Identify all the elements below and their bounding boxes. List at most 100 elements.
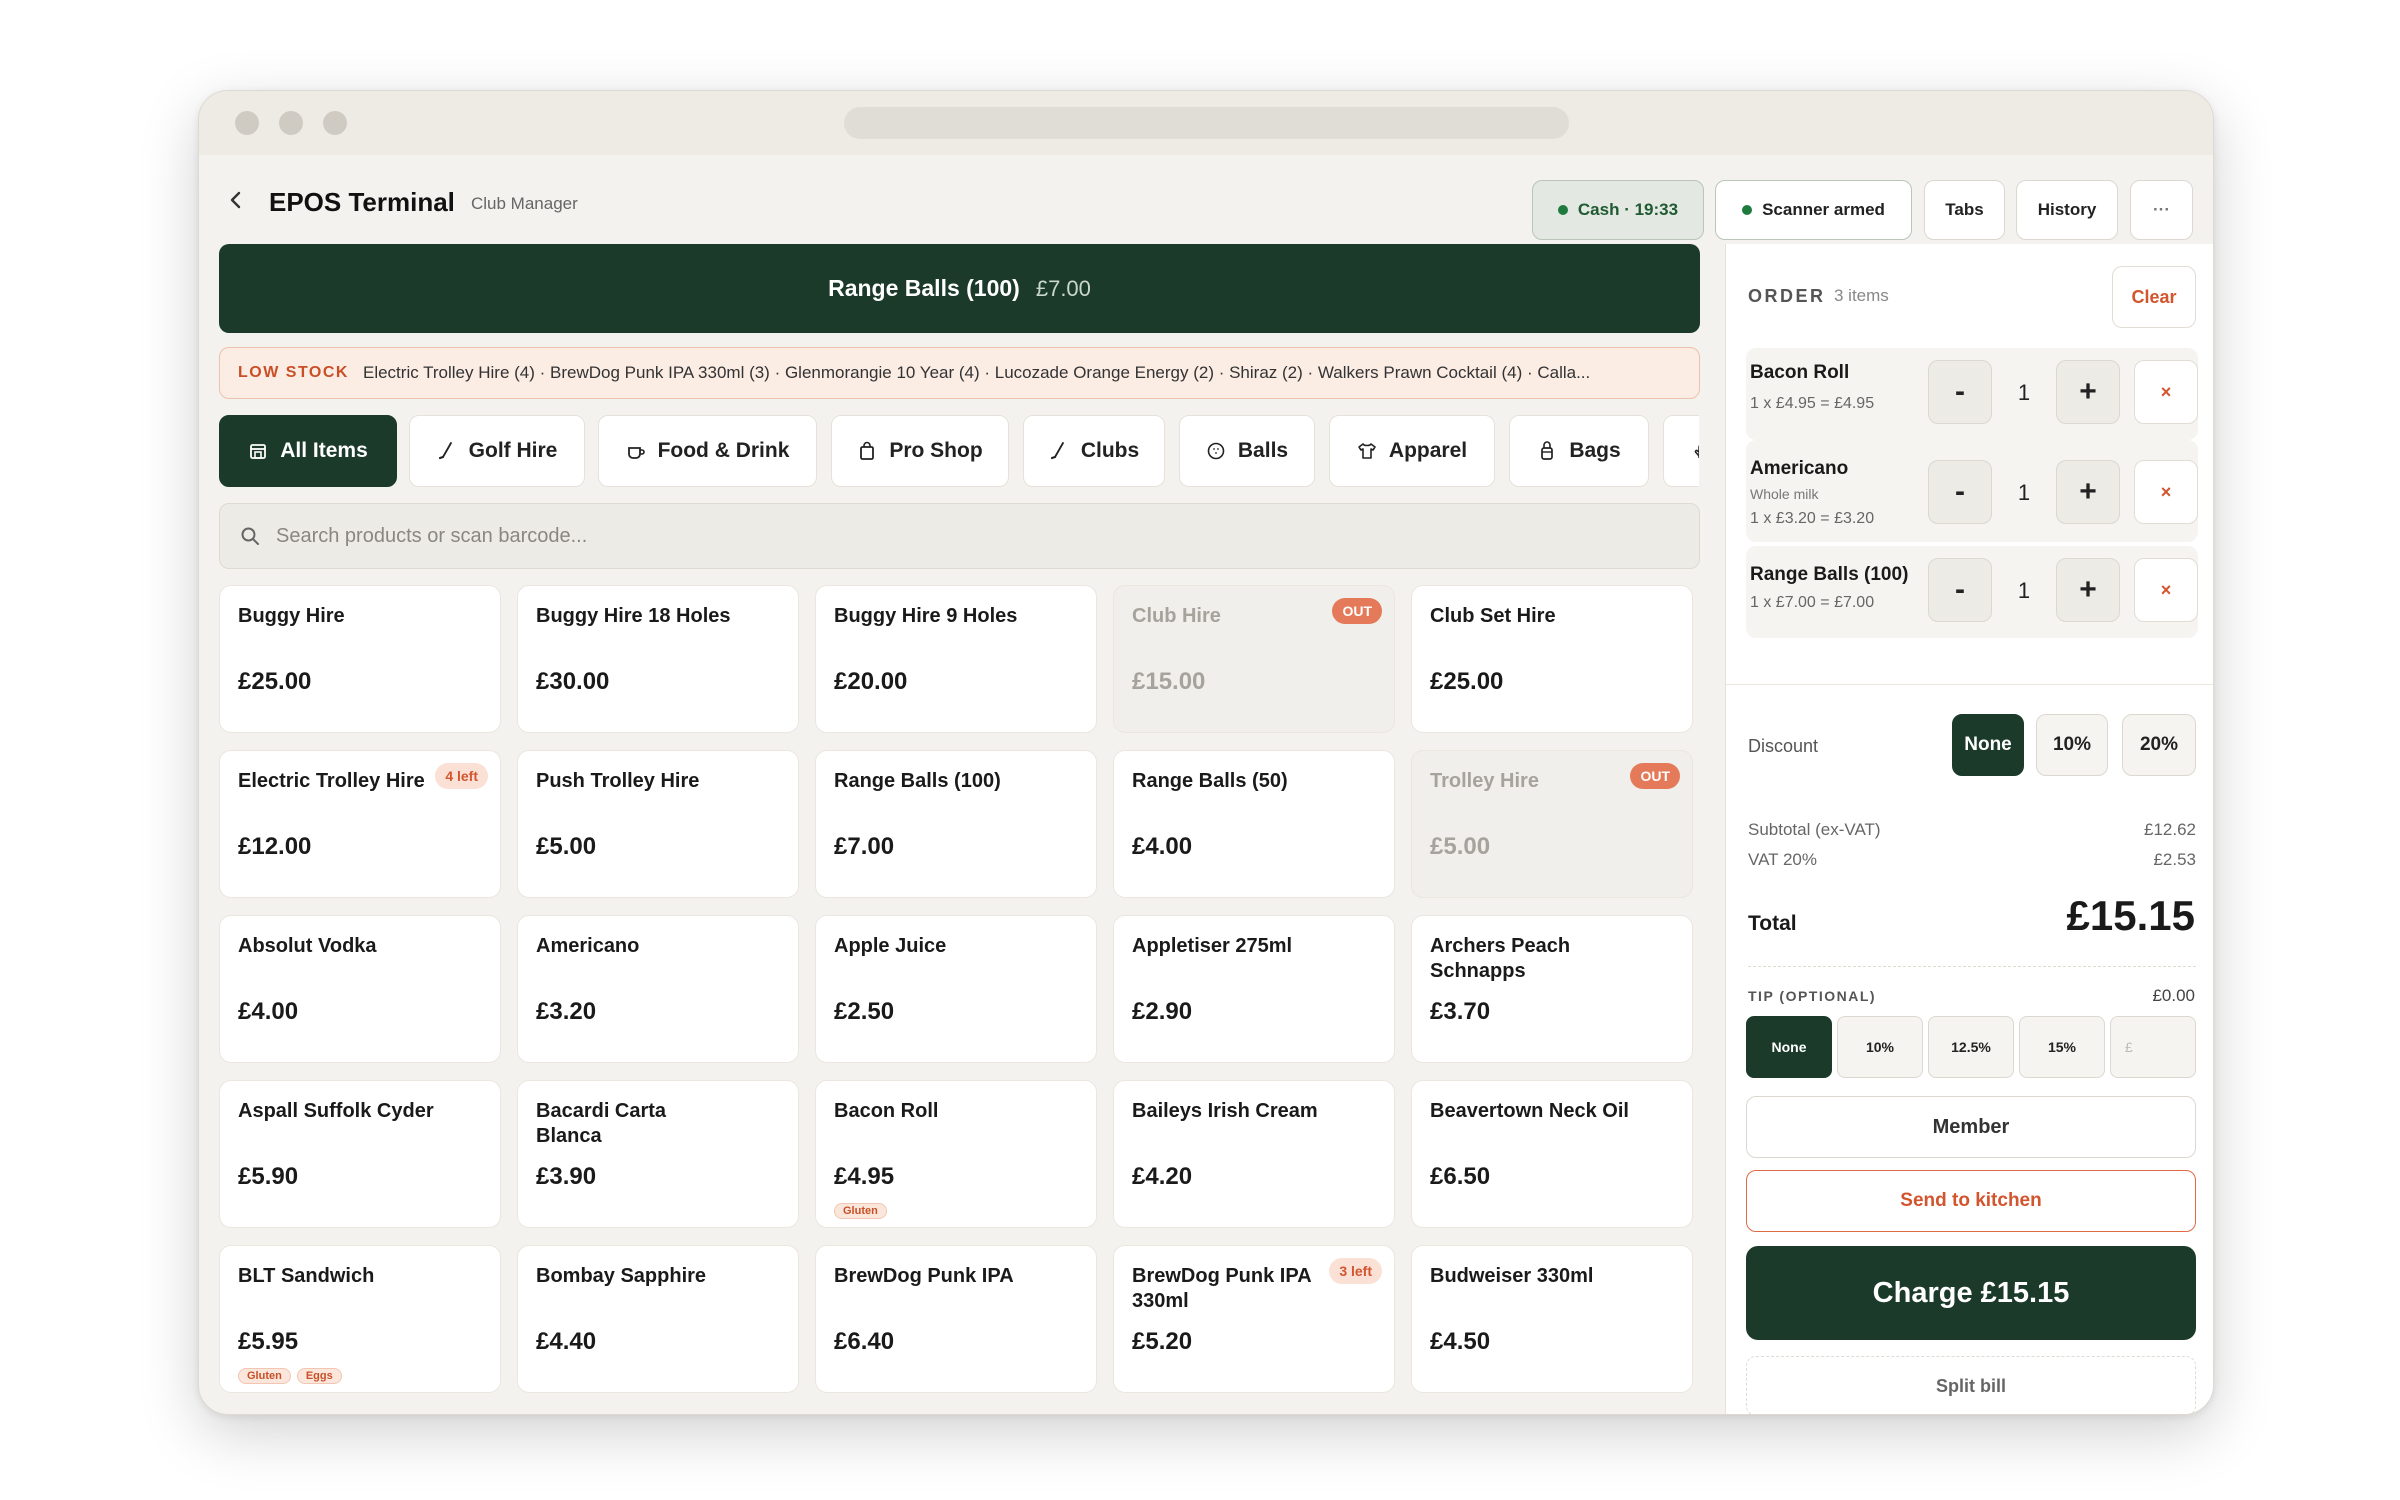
remove-item-button[interactable]: × (2134, 360, 2198, 424)
more-options-button[interactable]: ··· (2130, 180, 2193, 240)
tab-all-items[interactable]: All Items (219, 415, 397, 487)
history-button[interactable]: History (2016, 180, 2118, 240)
tab-label: Clubs (1080, 439, 1140, 462)
product-card[interactable]: Club Set Hire £25.00 (1411, 585, 1693, 733)
tip-10-button[interactable]: 10% (1837, 1016, 1923, 1078)
increase-qty-button[interactable]: + (2056, 460, 2120, 524)
discount-10-button[interactable]: 10% (2036, 714, 2108, 776)
remove-item-button[interactable]: × (2134, 460, 2198, 524)
search-icon (241, 527, 259, 545)
product-name: BLT Sandwich (238, 1265, 375, 1287)
product-name: Baileys Irish Cream (1132, 1100, 1318, 1122)
tab-food-drink[interactable]: Food & Drink (598, 415, 817, 487)
product-name: Club Set Hire (1430, 605, 1556, 627)
product-card[interactable]: Apple Juice £2.50 (815, 915, 1097, 1063)
order-line-item: Americano Whole milk 1 x £3.20 = £3.20 -… (1746, 440, 2198, 542)
product-card[interactable]: Push Trolley Hire £5.00 (517, 750, 799, 898)
product-card[interactable]: Electric Trolley Hire £12.00 4 left (219, 750, 501, 898)
window-minimize-dot[interactable] (279, 111, 303, 135)
last-item-name: Range Balls (100) (828, 275, 1020, 301)
product-card[interactable]: Americano £3.20 (517, 915, 799, 1063)
product-name: Buggy Hire 18 Holes (536, 605, 731, 627)
tip-12-5-button[interactable]: 12.5% (1928, 1016, 2014, 1078)
vat-value: £2.53 (2153, 850, 2196, 869)
product-card[interactable]: Buggy Hire £25.00 (219, 585, 501, 733)
tab-accessories[interactable] (1663, 415, 1699, 487)
product-card[interactable]: Range Balls (100) £7.00 (815, 750, 1097, 898)
back-button[interactable] (221, 185, 251, 215)
golf-bag-icon (1541, 441, 1554, 460)
charge-button[interactable]: Charge £15.15 (1746, 1246, 2196, 1340)
decrease-qty-button[interactable]: - (1928, 460, 1992, 524)
tip-divider (1748, 966, 2196, 967)
tab-golf-hire[interactable]: Golf Hire (409, 415, 585, 487)
send-to-kitchen-button[interactable]: Send to kitchen (1746, 1170, 2196, 1232)
search-input[interactable] (276, 524, 1576, 548)
order-panel: ORDER 3 items Clear Bacon Roll 1 x £4.95… (1725, 244, 2213, 1414)
product-name: Club Hire (1132, 605, 1221, 627)
address-bar[interactable] (844, 107, 1569, 139)
total-label: Total (1748, 912, 1797, 935)
split-bill-button[interactable]: Split bill (1746, 1356, 2196, 1414)
product-price: £6.40 (834, 1328, 895, 1355)
product-card[interactable]: Bacardi Carta Blanca £3.90 (517, 1080, 799, 1228)
tab-bags[interactable]: Bags (1509, 415, 1649, 487)
product-card[interactable]: BrewDog Punk IPA £6.40 (815, 1245, 1097, 1393)
tip-custom-input[interactable]: £ (2110, 1016, 2196, 1078)
product-name: Aspall Suffolk Cyder (238, 1100, 434, 1122)
glove-icon (1694, 445, 1699, 458)
member-button[interactable]: Member (1746, 1096, 2196, 1158)
product-card[interactable]: Archers Peach Schnapps £3.70 (1411, 915, 1693, 1063)
tab-balls[interactable]: Balls (1179, 415, 1315, 487)
order-item-line-total: 1 x £3.20 = £3.20 (1750, 510, 1875, 527)
product-grid: Buggy Hire £25.00 Buggy Hire 18 Holes £30.0… (219, 585, 1700, 1405)
product-card[interactable]: Aspall Suffolk Cyder £5.90 (219, 1080, 501, 1228)
clear-order-button[interactable]: Clear (2112, 266, 2196, 328)
tab-label: Golf Hire (468, 439, 558, 462)
increase-qty-button[interactable]: + (2056, 558, 2120, 622)
product-card[interactable]: Appletiser 275ml £2.90 (1113, 915, 1395, 1063)
product-card[interactable]: Buggy Hire 9 Holes £20.00 (815, 585, 1097, 733)
product-card[interactable]: Absolut Vodka £4.00 (219, 915, 501, 1063)
scanner-status-button[interactable]: Scanner armed (1715, 180, 1912, 240)
product-card[interactable]: BLT Sandwich £5.95 Gluten Eggs (219, 1245, 501, 1393)
product-card[interactable]: Range Balls (50) £4.00 (1113, 750, 1395, 898)
allergen-tag: Gluten (834, 1203, 887, 1219)
increase-qty-button[interactable]: + (2056, 360, 2120, 424)
tip-none-button[interactable]: None (1746, 1016, 1832, 1078)
remove-item-button[interactable]: × (2134, 558, 2198, 622)
product-name: Electric Trolley Hire (238, 770, 425, 792)
product-card[interactable]: Beavertown Neck Oil £6.50 (1411, 1080, 1693, 1228)
discount-none-button[interactable]: None (1952, 714, 2024, 776)
shopping-bag-icon (860, 441, 875, 460)
vat-label: VAT 20% (1748, 850, 1817, 869)
product-card[interactable]: Trolley Hire £5.00 OUT (1411, 750, 1693, 898)
window-maximize-dot[interactable] (323, 111, 347, 135)
window-close-dot[interactable] (235, 111, 259, 135)
cash-drawer-status[interactable]: Cash · 19:33 (1532, 180, 1704, 240)
subtotal-row: Subtotal (ex-VAT) £12.62 (1748, 820, 2196, 840)
product-price: £25.00 (1430, 668, 1504, 695)
product-price: £20.00 (834, 668, 908, 695)
product-card[interactable]: Club Hire £15.00 OUT (1113, 585, 1395, 733)
product-card[interactable]: Bombay Sapphire £4.40 (517, 1245, 799, 1393)
product-card[interactable]: BrewDog Punk IPA 330ml £5.20 3 left (1113, 1245, 1395, 1393)
product-name: Apple Juice (834, 935, 947, 957)
order-line-item: Bacon Roll 1 x £4.95 = £4.95 - 1 + × (1746, 348, 2198, 440)
product-card[interactable]: Bacon Roll £4.95 Gluten (815, 1080, 1097, 1228)
product-search[interactable] (219, 503, 1700, 569)
order-line-item: Range Balls (100) 1 x £7.00 = £7.00 - 1 … (1746, 546, 2198, 638)
product-card[interactable]: Budweiser 330ml £4.50 (1411, 1245, 1693, 1393)
product-card[interactable]: Baileys Irish Cream £4.20 (1113, 1080, 1395, 1228)
tab-pro-shop[interactable]: Pro Shop (831, 415, 1009, 487)
tabs-button[interactable]: Tabs (1924, 180, 2005, 240)
tip-15-button[interactable]: 15% (2019, 1016, 2105, 1078)
tab-apparel[interactable]: Apparel (1329, 415, 1495, 487)
product-price: £5.00 (536, 833, 597, 860)
product-card[interactable]: Buggy Hire 18 Holes £30.00 (517, 585, 799, 733)
tab-clubs[interactable]: Clubs (1023, 415, 1165, 487)
product-name: BrewDog Punk IPA 330ml (1132, 1265, 1311, 1312)
decrease-qty-button[interactable]: - (1928, 558, 1992, 622)
discount-20-button[interactable]: 20% (2122, 714, 2196, 776)
decrease-qty-button[interactable]: - (1928, 360, 1992, 424)
